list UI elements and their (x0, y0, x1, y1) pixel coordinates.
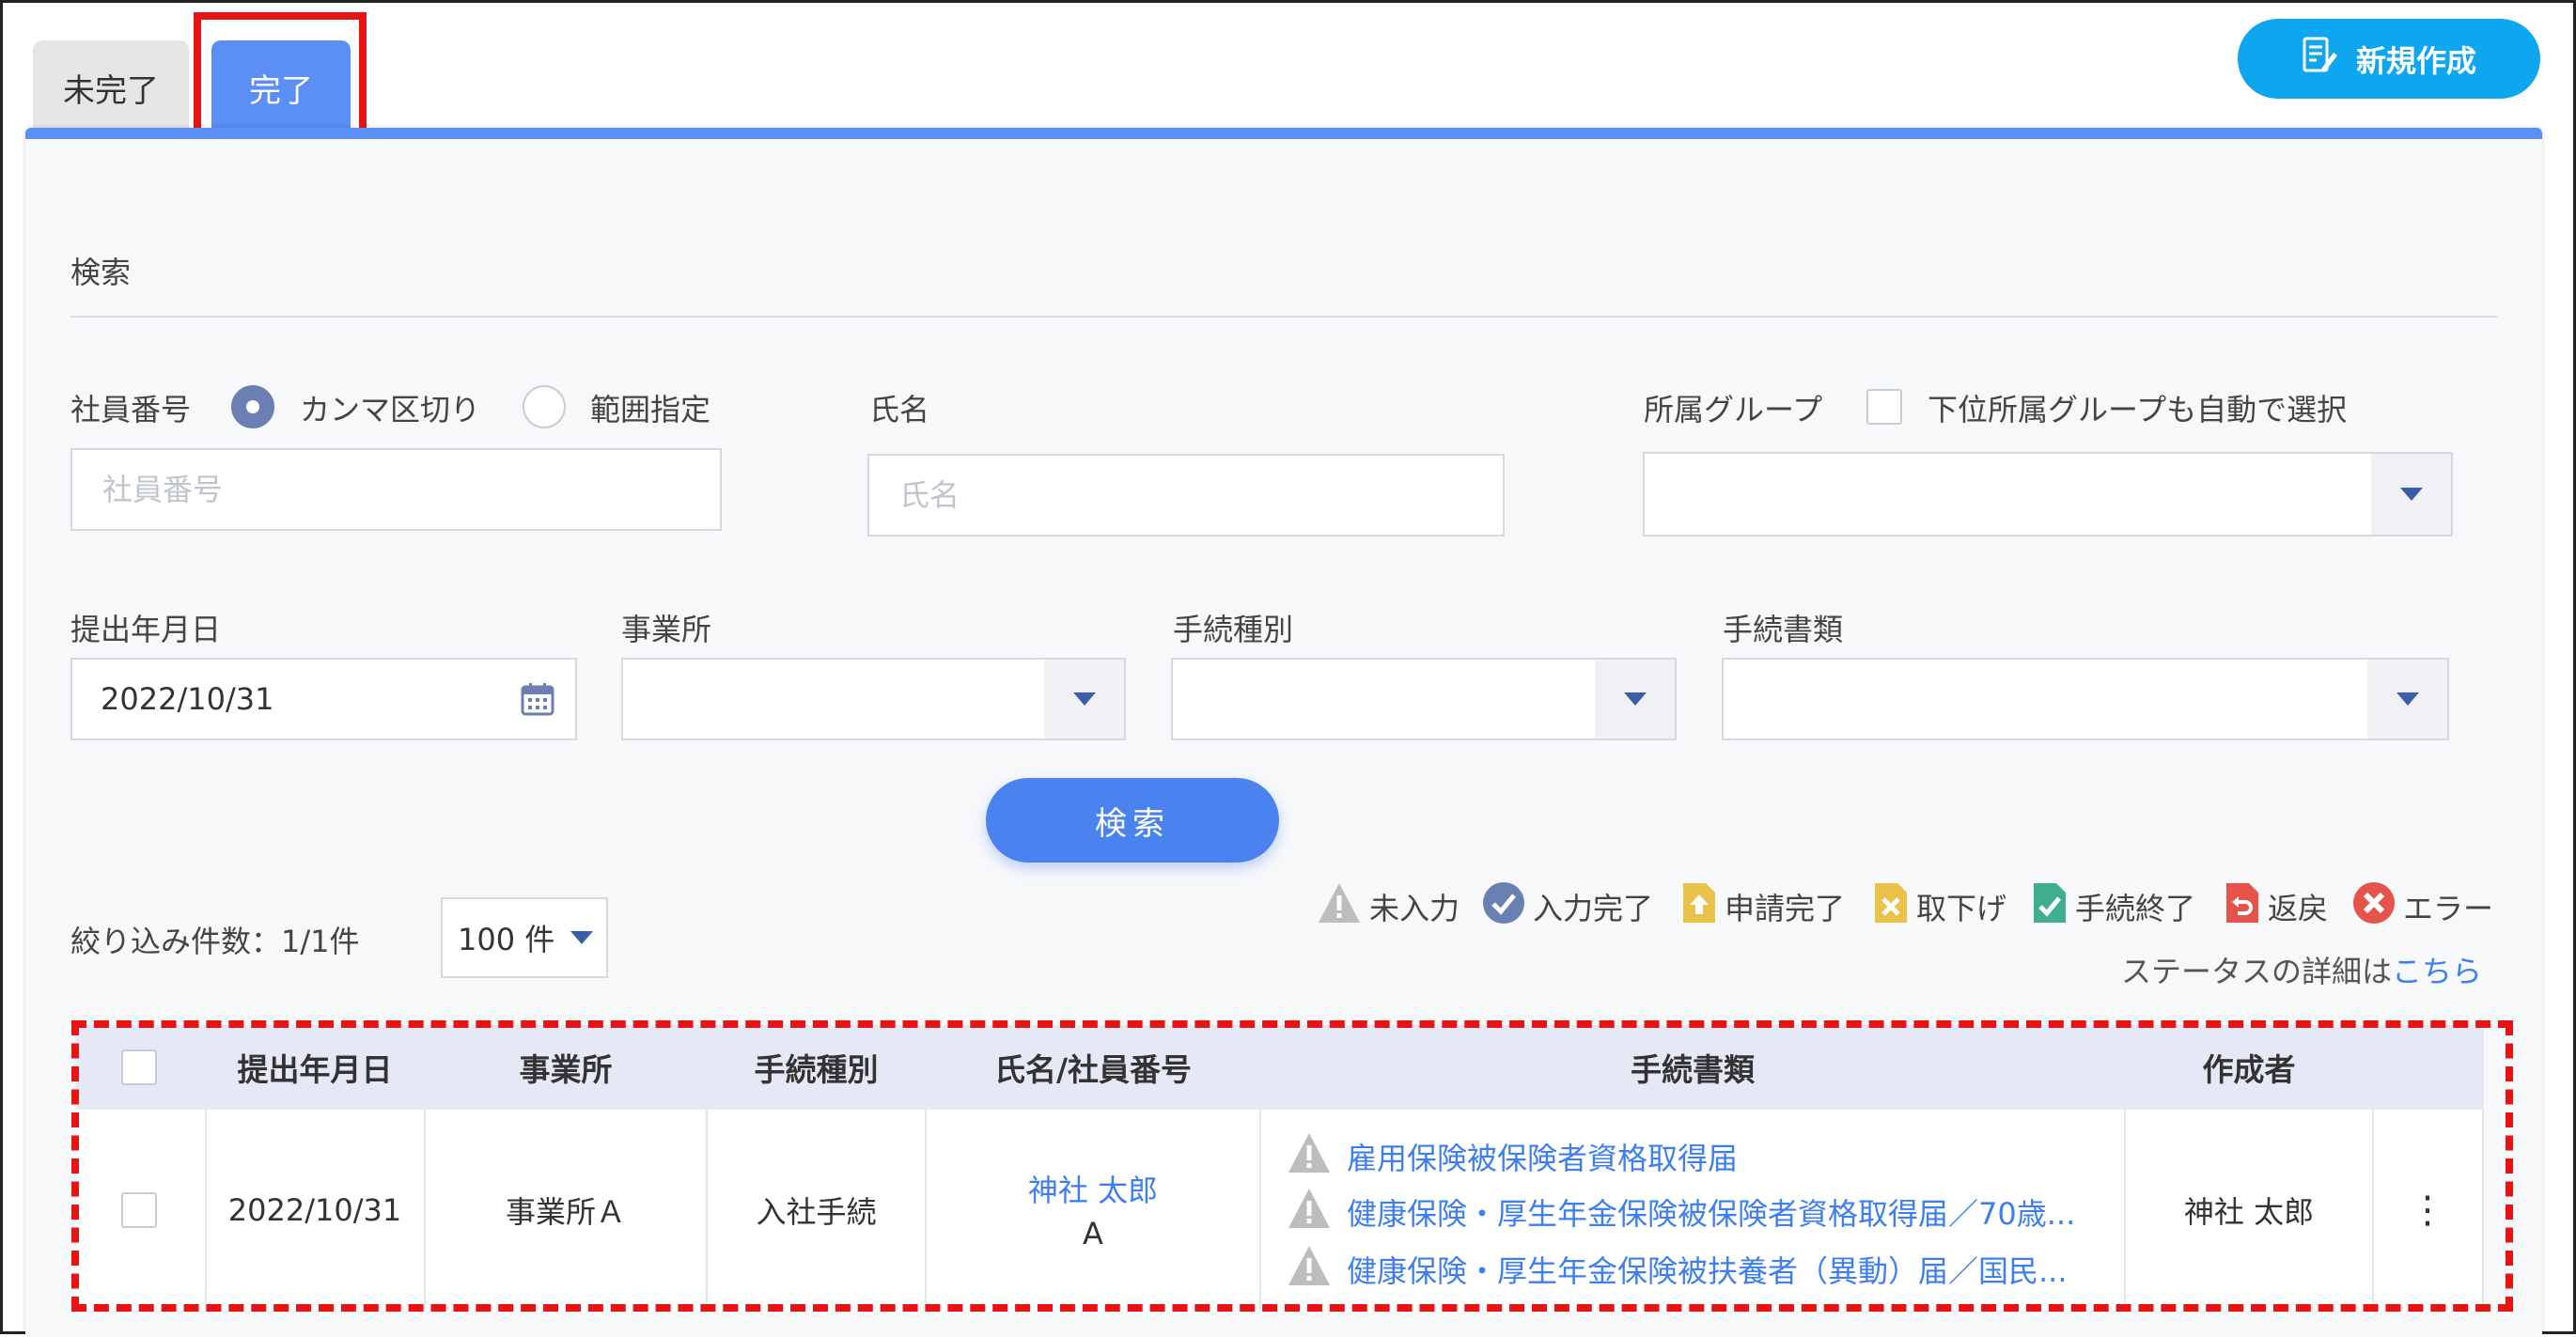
radio-comma[interactable] (231, 385, 274, 428)
office-label: 事業所 (621, 612, 712, 647)
new-create-label: 新規作成 (2355, 42, 2476, 79)
employee-number-field[interactable] (70, 448, 722, 531)
legend-label: 取下げ (1916, 891, 2007, 926)
status-detail-link[interactable]: こちら (2392, 954, 2482, 989)
legend-label: 手続終了 (2075, 891, 2196, 926)
status-detail-text: ステータスの詳細は (2121, 954, 2393, 989)
legend-input-complete: 入力完了 (1482, 881, 1654, 932)
status-detail: ステータスの詳細はこちら (2121, 948, 2482, 991)
chevron-down-icon[interactable] (557, 899, 606, 976)
chevron-down-icon[interactable] (2371, 454, 2451, 535)
sub-group-checkbox-label: 下位所属グループも自動で選択 (1928, 392, 2348, 428)
warning-icon (1317, 881, 1362, 932)
procedure-doc-label: 手続書類 (1723, 612, 1844, 647)
withdraw-doc-icon (1873, 881, 1909, 932)
new-create-button[interactable]: 新規作成 (2238, 19, 2540, 99)
table-highlight (71, 1020, 2513, 1312)
per-page-value: 100 件 (458, 922, 555, 957)
chevron-down-icon[interactable] (1044, 660, 1124, 738)
return-doc-icon (2225, 881, 2260, 932)
submit-date-value: 2022/10/31 (101, 681, 274, 717)
error-icon (2352, 881, 2396, 932)
submit-date-label: 提出年月日 (70, 612, 222, 647)
legend-not-entered: 未入力 (1317, 883, 1460, 930)
legend-label: エラー (2403, 891, 2494, 926)
edit-document-icon (2302, 36, 2339, 83)
name-input[interactable] (898, 476, 1503, 514)
group-select[interactable] (1643, 452, 2453, 536)
legend-withdrawn: 取下げ (1873, 883, 2006, 930)
legend-label: 返戻 (2268, 891, 2329, 926)
search-button[interactable]: 検索 (986, 778, 1279, 863)
submit-date-field[interactable]: 2022/10/31 (70, 658, 577, 740)
employee-number-input[interactable] (101, 471, 720, 508)
tab-incomplete[interactable]: 未完了 (33, 40, 189, 134)
search-section-title: 検索 (70, 255, 132, 290)
group-label: 所属グループ (1644, 392, 1823, 428)
legend-applied: 申請完了 (1681, 883, 1845, 930)
sub-group-checkbox[interactable] (1866, 389, 1902, 425)
radio-comma-label: カンマ区切り (300, 392, 481, 428)
legend-label: 申請完了 (1725, 891, 1846, 926)
calendar-icon[interactable] (521, 682, 554, 723)
radio-range-label: 範囲指定 (590, 392, 711, 428)
check-circle-icon (1482, 881, 1525, 932)
chevron-down-icon[interactable] (2367, 660, 2447, 738)
legend-label: 未入力 (1369, 891, 1460, 926)
office-select[interactable] (621, 658, 1126, 740)
result-count: 絞り込み件数：1/1件 (70, 924, 360, 959)
legend-procedure-done: 手続終了 (2032, 883, 2195, 930)
procedure-type-select[interactable] (1171, 658, 1677, 740)
employee-number-label: 社員番号 (70, 392, 192, 428)
legend-error: エラー (2352, 881, 2494, 932)
radio-range[interactable] (523, 385, 566, 428)
procedure-type-label: 手続種別 (1173, 612, 1294, 647)
name-field[interactable] (867, 454, 1505, 536)
divider (70, 316, 2497, 318)
upload-doc-icon (1681, 881, 1717, 932)
done-doc-icon (2032, 881, 2068, 932)
legend-label: 入力完了 (1533, 891, 1654, 926)
legend-returned: 返戻 (2225, 883, 2328, 930)
chevron-down-icon[interactable] (1595, 660, 1675, 738)
procedure-doc-select[interactable] (1722, 658, 2449, 740)
per-page-select[interactable]: 100 件 (441, 897, 608, 978)
name-label: 氏名 (869, 392, 930, 428)
